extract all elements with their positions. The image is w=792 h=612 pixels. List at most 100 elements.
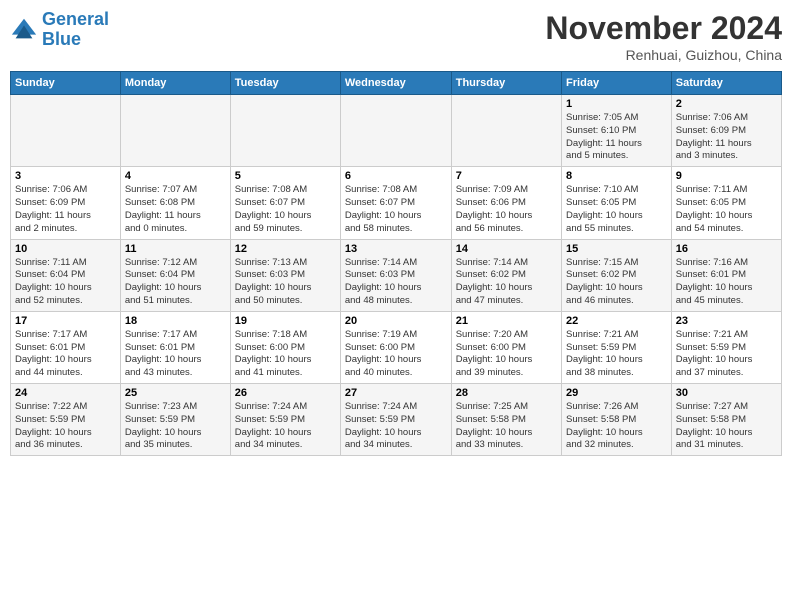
month-title: November 2024 [545, 10, 782, 47]
table-row: 22 Sunrise: 7:21 AMSunset: 5:59 PMDayligh… [562, 311, 672, 383]
day-number: 29 [566, 387, 667, 399]
table-row: 9 Sunrise: 7:11 AMSunset: 6:05 PMDaylight… [671, 167, 781, 239]
table-row [11, 95, 121, 167]
day-info: Sunrise: 7:14 AMSunset: 6:03 PMDaylight:… [345, 257, 447, 308]
day-number: 8 [566, 170, 667, 182]
day-number: 22 [566, 315, 667, 327]
day-number: 14 [456, 243, 557, 255]
day-number: 18 [125, 315, 226, 327]
day-info: Sunrise: 7:18 AMSunset: 6:00 PMDaylight:… [235, 329, 336, 380]
day-number: 9 [676, 170, 777, 182]
day-number: 13 [345, 243, 447, 255]
col-friday: Friday [562, 72, 672, 95]
day-info: Sunrise: 7:09 AMSunset: 6:06 PMDaylight:… [456, 184, 557, 235]
day-number: 15 [566, 243, 667, 255]
day-number: 10 [15, 243, 116, 255]
table-row: 19Sunrise: 7:18 AMSunset: 6:00 PMDayligh… [230, 311, 340, 383]
day-number: 20 [345, 315, 447, 327]
title-section: November 2024 Renhuai, Guizhou, China [545, 10, 782, 63]
day-number: 30 [676, 387, 777, 399]
table-row: 30 Sunrise: 7:27 AMSunset: 5:58 PMDayligh… [671, 384, 781, 456]
table-row: 17 Sunrise: 7:17 AMSunset: 6:01 PMDayligh… [11, 311, 121, 383]
table-row: 10 Sunrise: 7:11 AMSunset: 6:04 PMDayligh… [11, 239, 121, 311]
table-row: 5 Sunrise: 7:08 AMSunset: 6:07 PMDaylight… [230, 167, 340, 239]
day-number: 3 [15, 170, 116, 182]
day-info: Sunrise: 7:26 AMSunset: 5:58 PMDaylight:… [566, 401, 667, 452]
logo-text: General Blue [42, 10, 109, 50]
calendar-week-row: 3Sunrise: 7:06 AMSunset: 6:09 PMDaylight… [11, 167, 782, 239]
table-row: 3Sunrise: 7:06 AMSunset: 6:09 PMDaylight… [11, 167, 121, 239]
day-info: Sunrise: 7:14 AMSunset: 6:02 PMDaylight:… [456, 257, 557, 308]
day-info: Sunrise: 7:17 AMSunset: 6:01 PMDaylight:… [125, 329, 226, 380]
day-info: Sunrise: 7:17 AMSunset: 6:01 PMDaylight:… [15, 329, 116, 380]
table-row: 13 Sunrise: 7:14 AMSunset: 6:03 PMDayligh… [340, 239, 451, 311]
calendar-header-row: Sunday Monday Tuesday Wednesday Thursday… [11, 72, 782, 95]
day-number: 5 [235, 170, 336, 182]
day-number: 7 [456, 170, 557, 182]
col-saturday: Saturday [671, 72, 781, 95]
calendar-week-row: 17 Sunrise: 7:17 AMSunset: 6:01 PMDayligh… [11, 311, 782, 383]
location: Renhuai, Guizhou, China [545, 47, 782, 63]
day-info: Sunrise: 7:23 AMSunset: 5:59 PMDaylight:… [125, 401, 226, 452]
day-info: Sunrise: 7:21 AMSunset: 5:59 PMDaylight:… [566, 329, 667, 380]
table-row: 20 Sunrise: 7:19 AMSunset: 6:00 PMDayligh… [340, 311, 451, 383]
day-info: Sunrise: 7:16 AMSunset: 6:01 PMDaylight:… [676, 257, 777, 308]
day-info: Sunrise: 7:11 AMSunset: 6:05 PMDaylight:… [676, 184, 777, 235]
day-number: 28 [456, 387, 557, 399]
table-row: 28 Sunrise: 7:25 AMSunset: 5:58 PMDayligh… [451, 384, 561, 456]
table-row [340, 95, 451, 167]
table-row: 24Sunrise: 7:22 AMSunset: 5:59 PMDayligh… [11, 384, 121, 456]
table-row: 26Sunrise: 7:24 AMSunset: 5:59 PMDayligh… [230, 384, 340, 456]
day-info: Sunrise: 7:12 AMSunset: 6:04 PMDaylight:… [125, 257, 226, 308]
day-info: Sunrise: 7:10 AMSunset: 6:05 PMDaylight:… [566, 184, 667, 235]
day-info: Sunrise: 7:06 AMSunset: 6:09 PMDaylight:… [676, 112, 777, 163]
day-info: Sunrise: 7:13 AMSunset: 6:03 PMDaylight:… [235, 257, 336, 308]
day-info: Sunrise: 7:27 AMSunset: 5:58 PMDaylight:… [676, 401, 777, 452]
page-header: General Blue November 2024 Renhuai, Guiz… [10, 10, 782, 63]
col-wednesday: Wednesday [340, 72, 451, 95]
day-info: Sunrise: 7:07 AMSunset: 6:08 PMDaylight:… [125, 184, 226, 235]
day-number: 24 [15, 387, 116, 399]
table-row [451, 95, 561, 167]
day-info: Sunrise: 7:19 AMSunset: 6:00 PMDaylight:… [345, 329, 447, 380]
col-monday: Monday [120, 72, 230, 95]
day-number: 21 [456, 315, 557, 327]
table-row: 8 Sunrise: 7:10 AMSunset: 6:05 PMDaylight… [562, 167, 672, 239]
table-row: 25 Sunrise: 7:23 AMSunset: 5:59 PMDayligh… [120, 384, 230, 456]
calendar: Sunday Monday Tuesday Wednesday Thursday… [10, 71, 782, 456]
table-row: 15 Sunrise: 7:15 AMSunset: 6:02 PMDayligh… [562, 239, 672, 311]
day-number: 4 [125, 170, 226, 182]
table-row: 11 Sunrise: 7:12 AMSunset: 6:04 PMDayligh… [120, 239, 230, 311]
day-number: 25 [125, 387, 226, 399]
table-row: 1Sunrise: 7:05 AMSunset: 6:10 PMDaylight… [562, 95, 672, 167]
calendar-week-row: 10 Sunrise: 7:11 AMSunset: 6:04 PMDayligh… [11, 239, 782, 311]
table-row: 18 Sunrise: 7:17 AMSunset: 6:01 PMDayligh… [120, 311, 230, 383]
table-row: 29 Sunrise: 7:26 AMSunset: 5:58 PMDayligh… [562, 384, 672, 456]
day-number: 17 [15, 315, 116, 327]
day-number: 26 [235, 387, 336, 399]
day-info: Sunrise: 7:08 AMSunset: 6:07 PMDaylight:… [345, 184, 447, 235]
col-sunday: Sunday [11, 72, 121, 95]
day-number: 1 [566, 98, 667, 110]
day-info: Sunrise: 7:15 AMSunset: 6:02 PMDaylight:… [566, 257, 667, 308]
day-number: 11 [125, 243, 226, 255]
day-number: 12 [235, 243, 336, 255]
table-row: 16 Sunrise: 7:16 AMSunset: 6:01 PMDayligh… [671, 239, 781, 311]
calendar-week-row: 24Sunrise: 7:22 AMSunset: 5:59 PMDayligh… [11, 384, 782, 456]
table-row: 7 Sunrise: 7:09 AMSunset: 6:06 PMDaylight… [451, 167, 561, 239]
day-info: Sunrise: 7:25 AMSunset: 5:58 PMDaylight:… [456, 401, 557, 452]
logo-icon [10, 16, 38, 44]
table-row: 4 Sunrise: 7:07 AMSunset: 6:08 PMDaylight… [120, 167, 230, 239]
table-row: 14 Sunrise: 7:14 AMSunset: 6:02 PMDayligh… [451, 239, 561, 311]
day-number: 16 [676, 243, 777, 255]
logo-general: General [42, 9, 109, 29]
calendar-body: 1Sunrise: 7:05 AMSunset: 6:10 PMDaylight… [11, 95, 782, 456]
day-info: Sunrise: 7:08 AMSunset: 6:07 PMDaylight:… [235, 184, 336, 235]
table-row: 2Sunrise: 7:06 AMSunset: 6:09 PMDaylight… [671, 95, 781, 167]
day-number: 6 [345, 170, 447, 182]
logo-blue: Blue [42, 30, 109, 50]
table-row: 12 Sunrise: 7:13 AMSunset: 6:03 PMDayligh… [230, 239, 340, 311]
table-row: 21Sunrise: 7:20 AMSunset: 6:00 PMDayligh… [451, 311, 561, 383]
day-number: 23 [676, 315, 777, 327]
day-info: Sunrise: 7:11 AMSunset: 6:04 PMDaylight:… [15, 257, 116, 308]
